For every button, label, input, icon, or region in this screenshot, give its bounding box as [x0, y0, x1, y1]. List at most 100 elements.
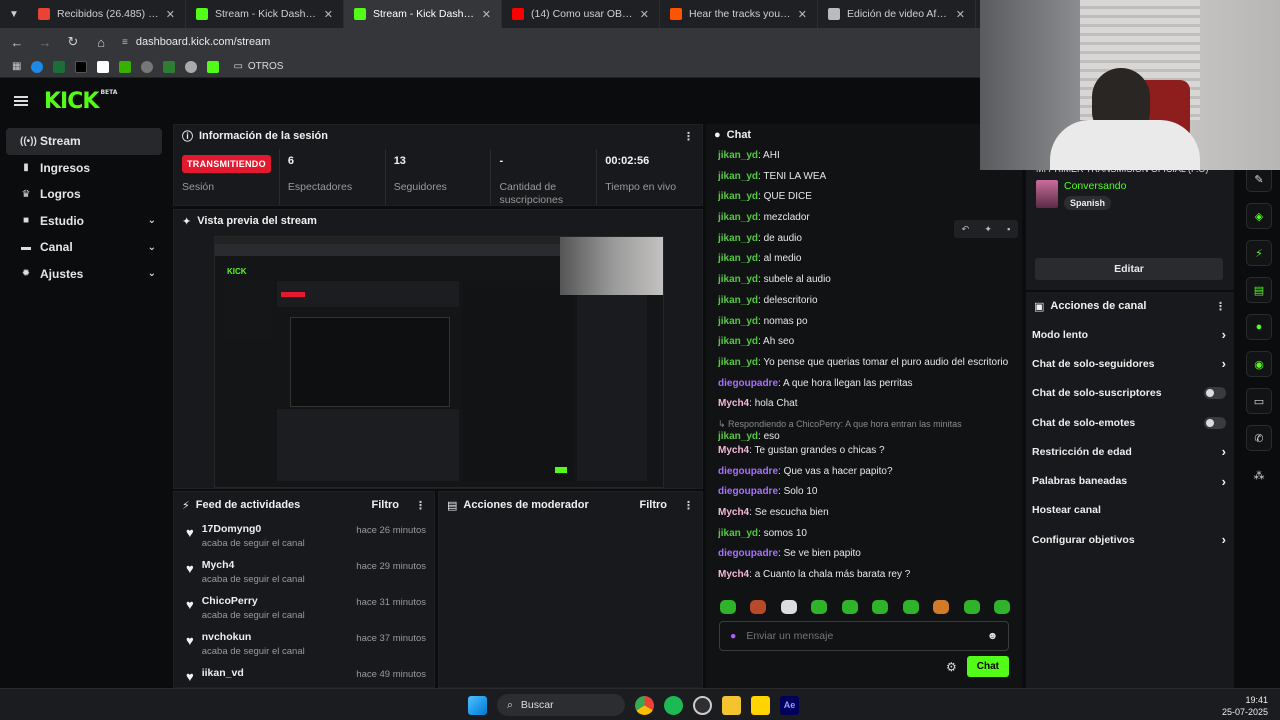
send-chat-button[interactable]: Chat: [966, 656, 1009, 677]
close-tab-icon[interactable]: ✕: [324, 8, 333, 21]
feed-username[interactable]: nvchokun: [202, 631, 349, 643]
apps-grid-icon[interactable]: ▦: [12, 61, 21, 72]
menu-icon[interactable]: [14, 96, 28, 106]
microphone-icon[interactable]: ●: [730, 630, 736, 642]
chat-message[interactable]: jikan_yd: TENI LA WEA: [718, 171, 1008, 192]
close-tab-icon[interactable]: ✕: [640, 8, 649, 21]
chat-username[interactable]: jikan_yd: [718, 431, 758, 442]
chat-username[interactable]: diegoupadre: [718, 378, 778, 389]
sidebar-item-ajustes[interactable]: ✹ Ajustes ⌄: [6, 261, 162, 288]
sticky-notes-icon[interactable]: [751, 695, 770, 715]
channel-action-2[interactable]: Chat de solo-suscriptores: [1026, 379, 1234, 408]
chat-username[interactable]: jikan_yd: [718, 212, 758, 223]
bookmark-8-icon[interactable]: [185, 60, 198, 73]
chat-message[interactable]: jikan_yd: AHI: [718, 150, 1008, 171]
moderator-filter-button[interactable]: Filtro: [640, 499, 668, 511]
chat-username[interactable]: jikan_yd: [718, 171, 758, 182]
bookmark-folder-otros[interactable]: ▭ OTROS: [233, 61, 283, 72]
channel-action-7[interactable]: Configurar objetivos ›: [1026, 525, 1234, 554]
wrench-icon[interactable]: ✆: [1246, 425, 1272, 451]
close-tab-icon[interactable]: ✕: [166, 8, 175, 21]
toggle-switch[interactable]: [1204, 416, 1226, 429]
bookmark-5-icon[interactable]: [119, 60, 132, 73]
chat-settings-icon[interactable]: ⚙: [946, 660, 957, 674]
reply-icon[interactable]: ↶: [962, 224, 970, 235]
lightning-quick-icon[interactable]: ⚡: [1246, 240, 1272, 266]
kick-logo[interactable]: KICK BETA: [44, 89, 117, 114]
chat-username[interactable]: jikan_yd: [718, 191, 758, 202]
windows-start-icon[interactable]: [468, 695, 487, 715]
browser-tab-4[interactable]: Hear the tracks you've liked: on ✕: [660, 0, 818, 28]
chat-message[interactable]: jikan_yd: Ah seo: [718, 336, 1008, 357]
chat-username[interactable]: Mych4: [718, 398, 749, 409]
chat-message[interactable]: jikan_yd: nomas po: [718, 316, 1008, 337]
chrome-icon[interactable]: [635, 695, 654, 715]
forward-icon[interactable]: →: [38, 35, 52, 50]
after-effects-icon[interactable]: Ae: [780, 695, 799, 715]
chat-message[interactable]: diegoupadre: A que hora llegan las perri…: [718, 378, 1008, 399]
channel-action-5[interactable]: Palabras baneadas ›: [1026, 466, 1234, 495]
sidebar-item-ingresos[interactable]: ▮ Ingresos: [6, 155, 162, 182]
feed-username[interactable]: Mych4: [202, 559, 349, 571]
emote-icon[interactable]: [811, 600, 828, 614]
chat-username[interactable]: jikan_yd: [718, 295, 758, 306]
feed-username[interactable]: ChicoPerry: [202, 595, 349, 607]
taskbar-search[interactable]: ⌕ Buscar: [497, 694, 625, 716]
chat-input-box[interactable]: ● ☻: [719, 621, 1009, 651]
browser-tab-0[interactable]: Recibidos (26.485) - matixrubila ✕: [28, 0, 186, 28]
chat-message[interactable]: Mych4: hola Chat: [718, 398, 1008, 419]
emote-icon[interactable]: [902, 600, 919, 614]
chat-message[interactable]: jikan_yd: QUE DICE: [718, 191, 1008, 212]
chat-quick-icon[interactable]: ●: [1246, 314, 1272, 340]
chat-message[interactable]: diegoupadre: Solo 10: [718, 486, 1008, 507]
channel-action-1[interactable]: Chat de solo-seguidores ›: [1026, 349, 1234, 378]
feed-username[interactable]: iikan_vd: [202, 667, 349, 679]
chat-username[interactable]: jikan_yd: [718, 336, 758, 347]
tab-list-button[interactable]: ▼: [0, 0, 28, 28]
sidebar-item-canal[interactable]: ▬ Canal ⌄: [6, 234, 162, 261]
reload-icon[interactable]: ↻: [66, 34, 80, 50]
feed-username[interactable]: 17Domyng0: [202, 523, 349, 535]
stream-preview-video[interactable]: KICK: [214, 236, 664, 488]
sidebar-item-logros[interactable]: ♛ Logros: [6, 181, 162, 208]
channel-action-3[interactable]: Chat de solo-emotes: [1026, 408, 1234, 437]
chat-username[interactable]: Mych4: [718, 445, 749, 456]
chat-message[interactable]: jikan_yd: subele al audio: [718, 274, 1008, 295]
chat-username[interactable]: Mych4: [718, 507, 749, 518]
emote-icon[interactable]: [841, 600, 858, 614]
chat-message[interactable]: jikan_yd: somos 10: [718, 528, 1008, 549]
browser-tab-3[interactable]: (14) Como usar OBS Studio (Gu ✕: [502, 0, 660, 28]
chat-username[interactable]: jikan_yd: [718, 150, 758, 161]
bookmark-4-icon[interactable]: [97, 60, 110, 73]
home-icon[interactable]: ⌂: [94, 35, 108, 50]
chat-message[interactable]: jikan_yd: eso: [718, 431, 1008, 445]
browser-tab-1[interactable]: Stream - Kick Dashboard ✕: [186, 0, 344, 28]
emote-icon[interactable]: [780, 600, 797, 614]
obs-icon[interactable]: [693, 695, 712, 715]
emote-icon[interactable]: [963, 600, 980, 614]
channel-actions-options-icon[interactable]: ⋮: [1215, 300, 1226, 313]
url-field[interactable]: ≡ dashboard.kick.com/stream: [122, 36, 270, 48]
chat-username[interactable]: jikan_yd: [718, 357, 758, 368]
bookmark-1-icon[interactable]: [31, 60, 44, 73]
back-icon[interactable]: ←: [10, 35, 24, 50]
channel-action-0[interactable]: Modo lento ›: [1026, 320, 1234, 349]
chat-username[interactable]: diegoupadre: [718, 466, 778, 477]
edit-button[interactable]: Editar: [1035, 258, 1223, 280]
chat-username[interactable]: jikan_yd: [718, 233, 758, 244]
chat-username[interactable]: jikan_yd: [718, 528, 758, 539]
chat-message[interactable]: Mych4: Te gustan grandes o chicas ?: [718, 445, 1008, 466]
broadcast-quick-icon[interactable]: ◉: [1246, 351, 1272, 377]
emote-icon[interactable]: [933, 600, 950, 614]
share-icon[interactable]: ⁂: [1246, 462, 1272, 488]
bookmark-3-icon[interactable]: [75, 60, 88, 73]
emote-icon[interactable]: [750, 600, 767, 614]
chat-message[interactable]: jikan_yd: Yo pense que querias tomar el …: [718, 357, 1008, 378]
site-info-icon[interactable]: ≡: [122, 37, 128, 48]
emote-icon[interactable]: [720, 600, 736, 614]
session-options-icon[interactable]: ⋮: [683, 130, 694, 143]
chat-message[interactable]: jikan_yd: al medio: [718, 253, 1008, 274]
feed-options-icon[interactable]: ⋮: [415, 499, 426, 512]
spotify-icon[interactable]: [664, 695, 683, 715]
browser-tab-5[interactable]: Edición de video After Effects ✕: [818, 0, 976, 28]
